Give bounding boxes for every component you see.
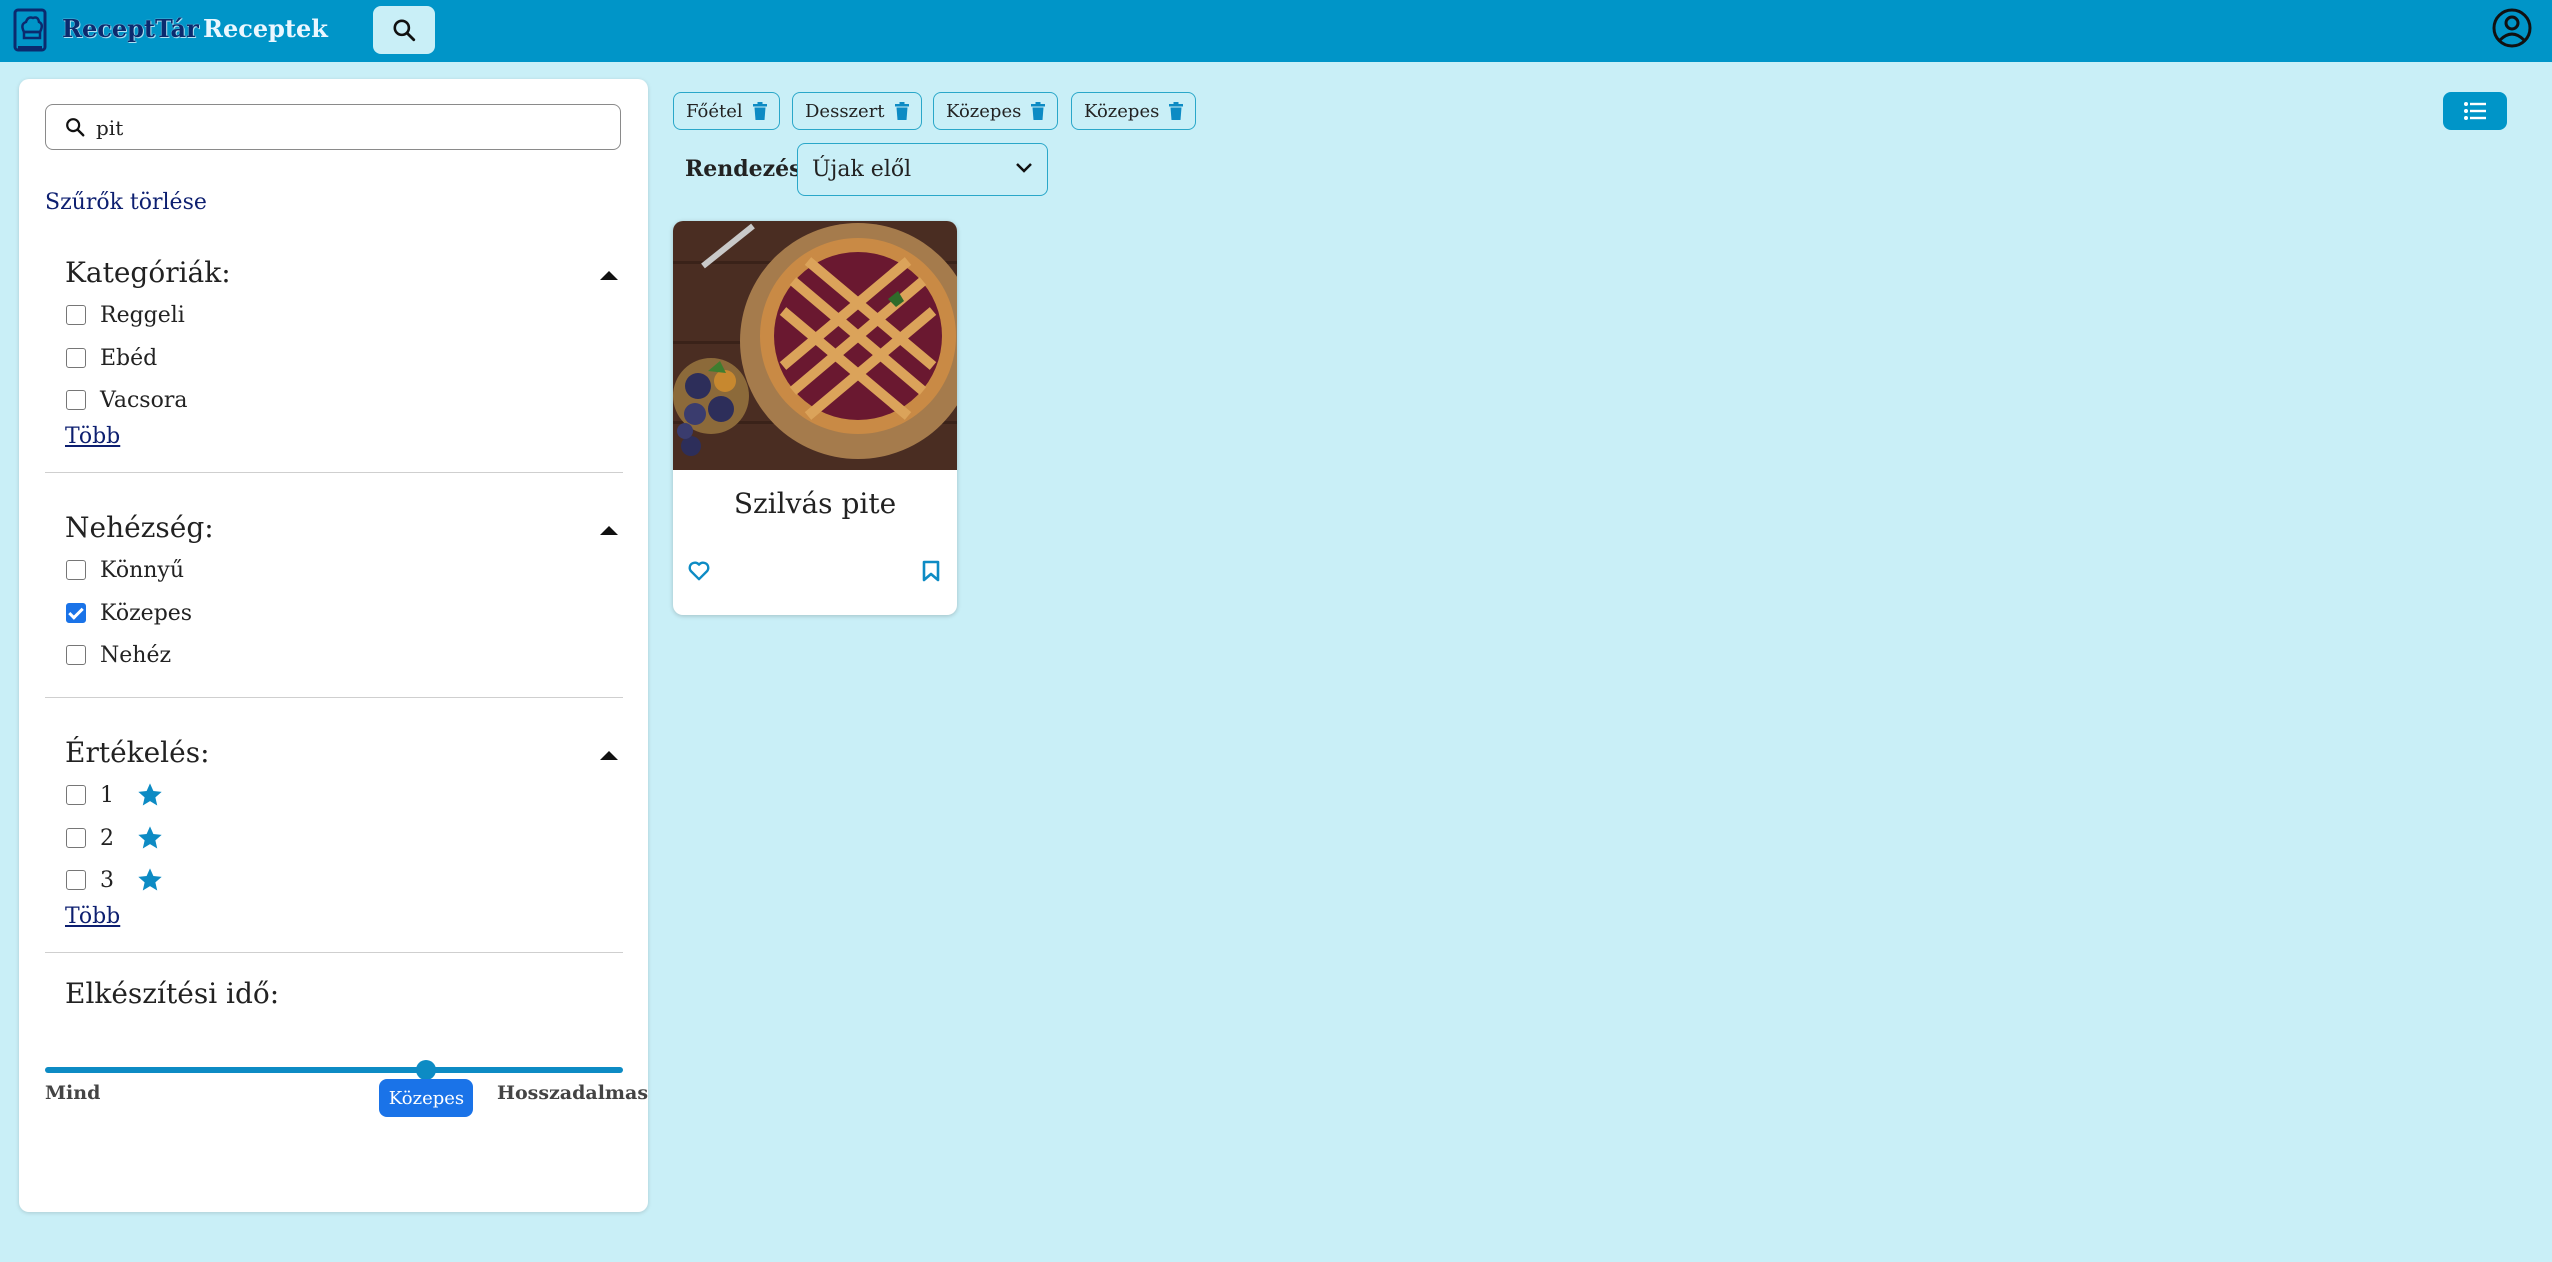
difficulty-collapse-icon[interactable] — [600, 526, 618, 535]
filter-chip[interactable]: Közepes — [1071, 92, 1197, 130]
filter-chip[interactable]: Desszert — [792, 92, 922, 130]
recipe-card[interactable]: Szilvás pite — [673, 221, 957, 615]
prep-time-max-label: Hosszadalmas — [497, 1082, 649, 1104]
rating-checkbox[interactable] — [66, 870, 86, 890]
trash-icon[interactable] — [1031, 102, 1046, 120]
difficulty-checkbox[interactable] — [66, 560, 86, 580]
difficulty-checkbox[interactable] — [66, 645, 86, 665]
difficulty-label: Közepes — [100, 600, 193, 626]
category-option[interactable]: Reggeli — [66, 301, 185, 329]
prep-time-title: Elkészítési idő: — [65, 977, 280, 1010]
prep-time-min-label: Mind — [45, 1082, 101, 1104]
sort-select[interactable]: Újak elől — [797, 143, 1048, 196]
trash-icon[interactable] — [752, 102, 767, 120]
category-label: Vacsora — [100, 387, 188, 413]
category-checkbox[interactable] — [66, 348, 86, 368]
heart-icon[interactable] — [688, 561, 710, 581]
filter-chip-label: Főétel — [686, 100, 743, 122]
difficulty-option[interactable]: Nehéz — [66, 641, 171, 669]
recipe-search-box[interactable] — [45, 104, 621, 150]
filter-chip-label: Desszert — [805, 100, 885, 122]
prep-time-value-tooltip: Közepes — [379, 1079, 474, 1117]
recipe-search-input[interactable] — [94, 113, 598, 143]
search-icon — [393, 19, 416, 42]
rating-more-link[interactable]: Több — [65, 904, 120, 929]
difficulty-title: Nehézség: — [65, 511, 214, 544]
star-icon — [138, 783, 162, 806]
rating-checkbox[interactable] — [66, 828, 86, 848]
sort-label: Rendezés: — [685, 156, 810, 182]
clear-filters-link[interactable]: Szűrők törlése — [45, 190, 207, 215]
user-circle-icon — [2492, 8, 2532, 48]
categories-more-link[interactable]: Több — [65, 424, 120, 449]
section-divider — [45, 952, 623, 953]
difficulty-label: Nehéz — [100, 642, 172, 668]
rating-option[interactable]: 1 — [66, 781, 164, 809]
nav-link-recipes[interactable]: Receptek — [203, 14, 328, 43]
top-navbar: ReceptTár Receptek — [0, 0, 2552, 62]
rating-label: 2 — [100, 825, 114, 851]
trash-icon[interactable] — [1169, 102, 1184, 120]
chevron-down-icon — [1016, 163, 1032, 173]
recipe-image[interactable] — [673, 221, 957, 470]
difficulty-checkbox[interactable] — [66, 603, 86, 623]
chef-hat-logo-icon[interactable] — [12, 6, 52, 54]
category-option[interactable]: Vacsora — [66, 386, 187, 414]
category-checkbox[interactable] — [66, 305, 86, 325]
categories-title: Kategóriák: — [65, 256, 231, 289]
category-label: Reggeli — [100, 302, 185, 328]
rating-checkbox[interactable] — [66, 785, 86, 805]
section-divider — [45, 697, 623, 698]
difficulty-label: Könnyű — [100, 557, 185, 583]
categories-collapse-icon[interactable] — [600, 271, 618, 280]
filter-chip-label: Közepes — [1084, 100, 1160, 122]
recipe-title[interactable]: Szilvás pite — [673, 487, 957, 520]
list-icon — [2464, 102, 2486, 120]
rating-title: Értékelés: — [65, 736, 210, 769]
difficulty-option[interactable]: Közepes — [66, 599, 192, 627]
rating-option[interactable]: 2 — [66, 824, 164, 852]
category-option[interactable]: Ebéd — [66, 344, 157, 372]
rating-option[interactable]: 3 — [66, 866, 164, 894]
list-view-button[interactable] — [2443, 92, 2507, 130]
filter-chip[interactable]: Főétel — [673, 92, 780, 130]
rating-label: 1 — [100, 782, 114, 808]
category-checkbox[interactable] — [66, 390, 86, 410]
rating-label: 3 — [100, 867, 114, 893]
star-icon — [138, 868, 162, 891]
difficulty-option[interactable]: Könnyű — [66, 556, 184, 584]
bookmark-icon[interactable] — [922, 560, 940, 582]
rating-collapse-icon[interactable] — [600, 751, 618, 760]
trash-icon[interactable] — [894, 102, 909, 120]
filter-chip-label: Közepes — [946, 100, 1022, 122]
search-button[interactable] — [373, 6, 435, 54]
search-icon — [64, 116, 86, 142]
prep-time-slider-track[interactable] — [45, 1067, 623, 1073]
filter-chip[interactable]: Közepes — [933, 92, 1059, 130]
sort-selected-value: Újak elől — [812, 157, 912, 182]
brand-name[interactable]: ReceptTár — [62, 14, 199, 43]
user-profile-button[interactable] — [2490, 6, 2534, 50]
star-icon — [138, 826, 162, 849]
category-label: Ebéd — [100, 345, 158, 371]
section-divider — [45, 472, 623, 473]
